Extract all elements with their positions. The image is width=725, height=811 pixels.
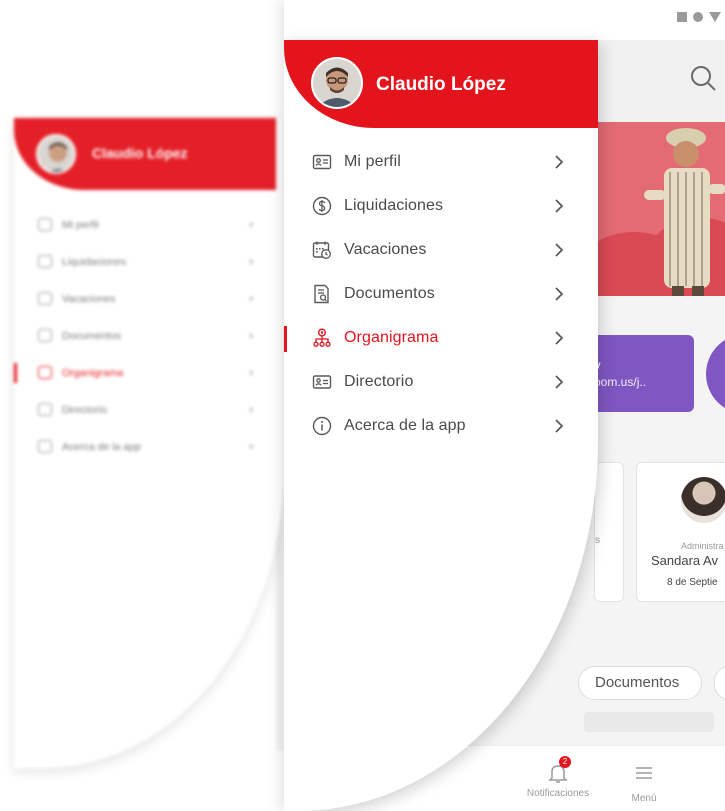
nav-notifications[interactable]: 2 Notificaciones	[518, 756, 598, 799]
circle-status-icon	[693, 12, 703, 22]
chevron-right-icon: ›	[249, 440, 253, 453]
blurred-menu-item: Mi perfil ›	[38, 206, 253, 243]
list-item[interactable]	[584, 712, 714, 732]
blurred-menu-label: Mi perfil	[62, 218, 99, 231]
menu-item-vacaciones[interactable]: Vacaciones	[284, 228, 598, 272]
calendar-clock-icon	[38, 292, 52, 305]
menu-item-label: Vacaciones	[344, 241, 427, 258]
square-status-icon	[677, 12, 687, 22]
user-name: Claudio López	[376, 74, 506, 95]
employee-role: Administra	[681, 541, 724, 551]
blurred-menu-label: Directorio	[62, 403, 107, 416]
active-indicator	[284, 326, 287, 352]
menu-item-label: Acerca de la app	[344, 417, 466, 434]
blurred-drawer-preview: Claudio López Mi perfil › Liquidaciones › Va…	[14, 118, 284, 768]
nav-menu[interactable]: Menú	[614, 762, 674, 804]
chevron-right-icon	[552, 374, 566, 390]
blurred-menu-item: Vacaciones ›	[38, 280, 253, 317]
blurred-user-name: Claudio López	[92, 145, 188, 161]
blurred-menu-item: Organigrama ›	[14, 354, 253, 391]
blurred-menu-label: Documentos	[62, 329, 121, 342]
chevron-right-icon: ›	[249, 329, 253, 342]
document-search-icon	[38, 329, 52, 342]
menu-item-label: Documentos	[344, 285, 435, 302]
menu-item-mi-perfil[interactable]: Mi perfil	[284, 140, 598, 184]
contact-card-icon	[38, 403, 52, 416]
drawer-header: Claudio López	[284, 40, 598, 128]
menu-item-label: Mi perfil	[344, 153, 401, 170]
partial-card-text: s	[595, 535, 600, 546]
status-bar	[284, 0, 725, 40]
birthday-card[interactable]: Administra Sandara Av 8 de Septie	[636, 462, 725, 602]
search-icon[interactable]	[689, 64, 717, 92]
next-chip[interactable]	[714, 666, 725, 700]
blurred-menu-list: Mi perfil › Liquidaciones › Vacaciones › Docum…	[14, 206, 253, 465]
chevron-right-icon	[552, 198, 566, 214]
notification-badge: 2	[559, 756, 571, 768]
blurred-menu-item: Directorio ›	[38, 391, 253, 428]
employee-name: Sandara Av	[651, 553, 718, 568]
dollar-circle-icon	[38, 255, 52, 268]
triangle-status-icon	[709, 12, 721, 22]
document-search-icon	[312, 284, 332, 304]
nav-menu-label: Menú	[631, 793, 657, 804]
menu-item-organigrama[interactable]: Organigrama	[284, 316, 598, 360]
chevron-right-icon	[552, 242, 566, 258]
chevron-right-icon: ›	[249, 366, 253, 379]
contact-card-icon	[312, 372, 332, 392]
screen: Claudio López Mi perfil › Liquidaciones › Va…	[0, 0, 725, 811]
birthday-card-partial[interactable]: s	[594, 462, 624, 602]
blurred-menu-item: Acerca de la app ›	[38, 428, 253, 465]
chevron-right-icon: ›	[249, 255, 253, 268]
info-circle-icon	[38, 440, 52, 453]
menu-item-acerca-de-la-app[interactable]: Acerca de la app	[284, 404, 598, 448]
chevron-right-icon: ›	[249, 218, 253, 231]
menu-item-label: Directorio	[344, 373, 414, 390]
menu-item-directorio[interactable]: Directorio	[284, 360, 598, 404]
menu-item-label: Organigrama	[344, 329, 439, 346]
drawer-menu: Mi perfil Liquidaciones Vacaciones Document…	[284, 140, 598, 448]
org-chart-icon	[38, 366, 52, 379]
documents-chip[interactable]: Documentos	[578, 666, 702, 700]
blurred-avatar	[36, 134, 76, 174]
blurred-menu-label: Vacaciones	[62, 292, 116, 305]
chevron-right-icon	[552, 330, 566, 346]
menu-item-documentos[interactable]: Documentos	[284, 272, 598, 316]
avatar[interactable]	[311, 57, 363, 109]
chevron-right-icon	[552, 286, 566, 302]
avatar	[681, 477, 725, 523]
menu-item-liquidaciones[interactable]: Liquidaciones	[284, 184, 598, 228]
calendar-clock-icon	[312, 240, 332, 260]
hamburger-icon	[636, 767, 652, 779]
org-chart-icon	[312, 328, 332, 348]
blurred-menu-label: Liquidaciones	[62, 255, 127, 268]
blurred-menu-label: Acerca de la app	[62, 440, 141, 453]
id-card-icon	[312, 152, 332, 172]
info-circle-icon	[312, 416, 332, 436]
blurred-menu-item: Liquidaciones ›	[38, 243, 253, 280]
phone-screen: dev b.zoom.us/j.. s Administra Sandara A…	[284, 0, 725, 811]
birthday-date: 8 de Septie	[667, 577, 718, 588]
character-illustration	[644, 128, 725, 296]
id-card-icon	[38, 218, 52, 231]
chevron-right-icon: ›	[249, 403, 253, 416]
chevron-right-icon: ›	[249, 292, 253, 305]
purple-circle-card[interactable]	[706, 334, 725, 414]
chevron-right-icon	[552, 154, 566, 170]
chevron-right-icon	[552, 418, 566, 434]
blurred-menu-item: Documentos ›	[38, 317, 253, 354]
blurred-menu-label: Organigrama	[62, 366, 124, 379]
dollar-circle-icon	[312, 196, 332, 216]
nav-notifications-label: Notificaciones	[526, 788, 590, 799]
menu-item-label: Liquidaciones	[344, 197, 444, 214]
